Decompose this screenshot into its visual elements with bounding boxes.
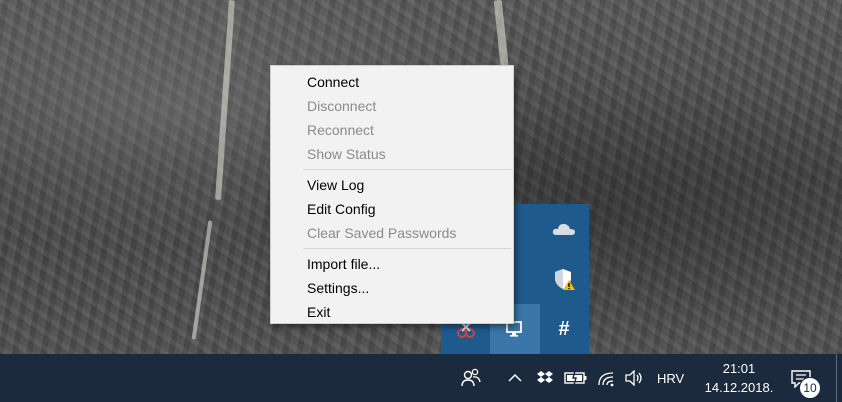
- menu-item-view-log[interactable]: View Log: [271, 173, 513, 197]
- clock[interactable]: 21:01 14.12.2018.: [694, 359, 784, 397]
- onedrive-cloud-icon[interactable]: [539, 204, 589, 254]
- rock-crack: [191, 220, 213, 340]
- menu-item-edit-config[interactable]: Edit Config: [271, 197, 513, 221]
- battery-icon[interactable]: [563, 366, 589, 390]
- taskbar: HRV 21:01 14.12.2018. 10: [0, 354, 842, 402]
- chevron-up-icon[interactable]: [504, 366, 526, 390]
- people-icon[interactable]: [458, 366, 484, 390]
- volume-icon[interactable]: [622, 366, 646, 390]
- menu-separator: [303, 248, 511, 249]
- clock-date: 14.12.2018.: [704, 380, 774, 395]
- menu-item-disconnect: Disconnect: [307, 98, 377, 114]
- notification-count-badge: 10: [799, 377, 821, 399]
- input-language-indicator[interactable]: HRV: [657, 371, 684, 386]
- menu-item-exit[interactable]: Exit: [271, 300, 513, 324]
- dropbox-icon[interactable]: [534, 366, 556, 390]
- menu-item-settings[interactable]: Settings...: [271, 276, 513, 300]
- clock-time: 21:01: [722, 361, 756, 376]
- menu-item-show-status: Show Status: [307, 146, 386, 162]
- hashtag-icon[interactable]: #: [539, 304, 589, 354]
- menu-item-import-file[interactable]: Import file...: [271, 252, 513, 276]
- wifi-icon[interactable]: [595, 366, 619, 390]
- menu-item-clear-saved-passwords: Clear Saved Passwords: [307, 225, 457, 241]
- context-menu: Connect Disconnect Reconnect Show Status…: [270, 65, 514, 324]
- show-desktop-button[interactable]: [836, 354, 837, 402]
- menu-item-reconnect: Reconnect: [307, 122, 374, 138]
- menu-item-connect[interactable]: Connect: [271, 70, 513, 94]
- rock-crack: [215, 0, 235, 200]
- windows-defender-warning-icon[interactable]: [539, 254, 589, 304]
- menu-separator: [303, 169, 511, 170]
